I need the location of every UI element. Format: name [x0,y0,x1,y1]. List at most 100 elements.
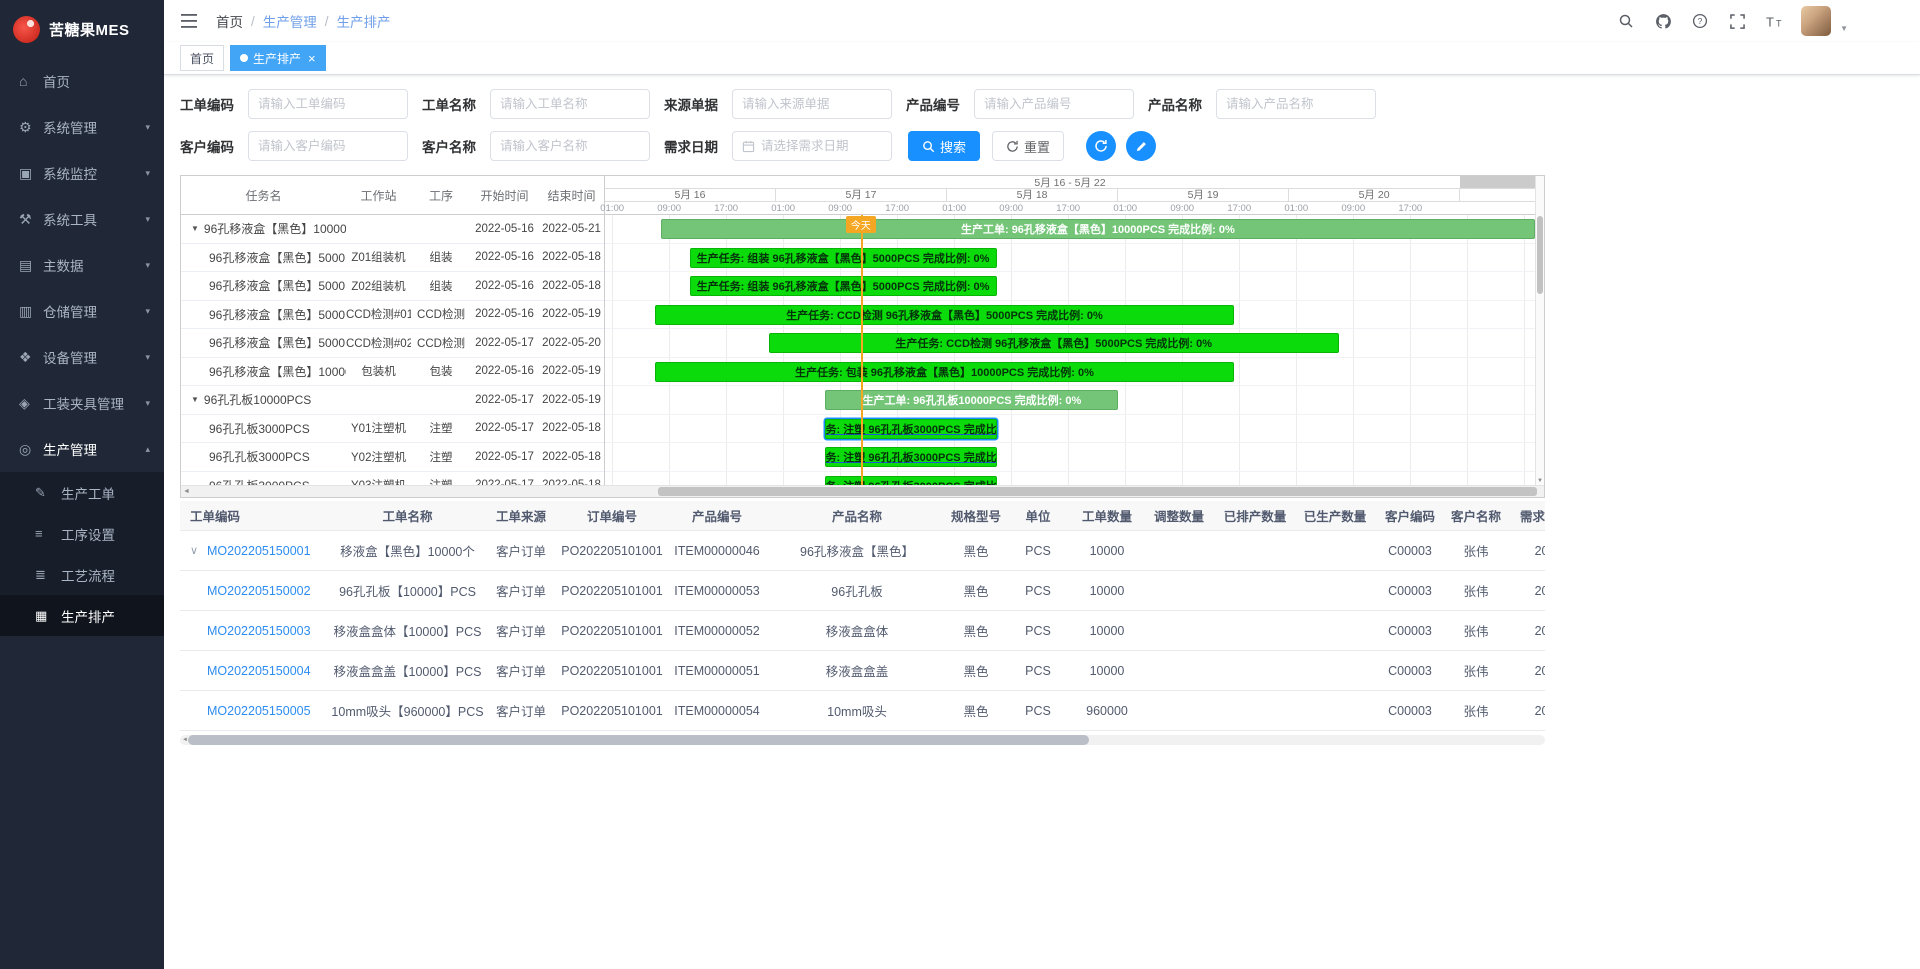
breadcrumb-item[interactable]: 首页 [216,11,243,31]
product-code-input-field[interactable] [984,97,1124,111]
expand-chevron-icon[interactable]: ∨ [190,544,207,557]
timeline-days: 5月 165月 175月 185月 195月 20 [605,189,1535,202]
sidebar-toggle-button[interactable] [178,10,202,32]
gantt-grid-row[interactable]: 96孔孔板3000PCSY01注塑机注塑2022-05-172022-05-18 [181,415,604,444]
order-link[interactable]: MO202205150003 [207,624,311,638]
table-row[interactable]: MO202205150003移液盒盒体【10000】PCS客户订单PO20220… [180,611,1545,651]
order-link[interactable]: MO202205150001 [207,544,311,558]
gantt-bar[interactable]: 生产工单: 96孔移液盒【黑色】10000PCS 完成比例: 0% [661,219,1535,239]
sidebar-item-master-data[interactable]: ▤主数据▾ [0,242,164,288]
order-link[interactable]: MO202205150004 [207,664,311,678]
table-horizontal-scrollbar[interactable]: ◄ [180,735,1545,745]
timeline-tick-label: 01:00 [1284,202,1308,215]
expand-triangle-icon[interactable]: ▼ [191,224,199,233]
app-logo[interactable]: 苦糖果MES [0,0,164,58]
scrollbar-thumb[interactable] [658,487,1537,496]
gantt-vertical-scrollbar[interactable]: ▼ [1535,176,1544,485]
chevron-up-icon: ▴ [145,444,150,455]
product-name-input[interactable] [1216,89,1376,119]
tab-home[interactable]: 首页 [180,45,224,71]
workorder-code-input-field[interactable] [258,97,398,111]
search-icon[interactable] [1616,11,1636,31]
sidebar-item-production-mgmt[interactable]: ◎生产管理▴ [0,426,164,472]
gantt-bar[interactable]: 生产任务: 组装 96孔移液盒【黑色】5000PCS 完成比例: 0% [690,248,997,268]
product-code-input[interactable] [974,89,1134,119]
gantt-grid-row[interactable]: 96孔孔板3000PCSY02注塑机注塑2022-05-172022-05-18 [181,443,604,472]
breadcrumb-item[interactable]: 生产排产 [337,11,391,31]
gantt-bar[interactable]: 生产任务: 包装 96孔移液盒【黑色】10000PCS 完成比例: 0% [655,362,1233,382]
product-name-cell: 96孔移液盒【黑色】 [767,541,947,560]
sidebar-item-warehouse-mgmt[interactable]: ▥仓储管理▾ [0,288,164,334]
demand-date-input[interactable] [732,131,892,161]
github-icon[interactable] [1653,11,1673,31]
submenu-item-production-workorder[interactable]: ✎生产工单 [0,472,164,513]
font-size-icon[interactable]: TT [1764,11,1784,31]
table-row[interactable]: ∨MO202205150001移液盒【黑色】10000个客户订单PO202205… [180,531,1545,571]
gantt-bar[interactable]: 生产任务: 组装 96孔移液盒【黑色】5000PCS 完成比例: 0% [690,276,997,296]
gantt-grid-row[interactable]: 96孔移液盒【黑色】5000PCSCCD检测#01CCD检测2022-05-16… [181,301,604,330]
scroll-left-arrow-icon[interactable]: ◄ [183,486,190,498]
avatar[interactable] [1801,6,1831,36]
workorder-name-input[interactable] [490,89,650,119]
customer-name-input-field[interactable] [500,139,640,153]
gantt-grid-row[interactable]: 96孔移液盒【黑色】5000PCSZ02组装机组装2022-05-162022-… [181,272,604,301]
submenu-item-process-flow[interactable]: ≣工艺流程 [0,554,164,595]
chevron-down-icon[interactable]: ▼ [1840,24,1848,33]
gantt-grid-row[interactable]: 96孔移液盒【黑色】5000PCSZ01组装机组装2022-05-162022-… [181,244,604,273]
sidebar-item-system-mgmt[interactable]: ⚙系统管理▾ [0,104,164,150]
order-link[interactable]: MO202205150005 [207,704,311,718]
demand-date-input-field[interactable] [761,139,882,153]
fullscreen-icon[interactable] [1727,11,1747,31]
sidebar-item-system-tools[interactable]: ⚒系统工具▾ [0,196,164,242]
reset-button[interactable]: 重置 [992,131,1064,161]
gantt-grid-row[interactable]: ▼96孔孔板10000PCS2022-05-172022-05-19 [181,386,604,415]
submenu-item-production-scheduling[interactable]: ▦生产排产 [0,595,164,636]
breadcrumb-item[interactable]: 生产管理 [263,11,317,31]
table-row[interactable]: MO20220515000510mm吸头【960000】PCS客户订单PO202… [180,691,1545,731]
gantt-bar[interactable]: 生产任务: CCD检测 96孔移液盒【黑色】5000PCS 完成比例: 0% [769,333,1339,353]
demand-date-cell: 202 [1507,624,1545,638]
gantt-bar[interactable]: 生产任务: 注塑 96孔孔板3000PCS 完成比例: 0% [825,447,997,467]
svg-text:T: T [1766,14,1774,29]
sidebar-item-fixture-mgmt[interactable]: ◈工装夹具管理▾ [0,380,164,426]
gantt-bar[interactable]: 生产工单: 96孔孔板10000PCS 完成比例: 0% [825,390,1118,410]
sidebar-item-system-monitor[interactable]: ▣系统监控▾ [0,150,164,196]
table-row[interactable]: MO20220515000296孔孔板【10000】PCS客户订单PO20220… [180,571,1545,611]
sidebar-item-home[interactable]: ⌂首页 [0,58,164,104]
help-icon[interactable]: ? [1690,11,1710,31]
menu-item-label: 系统监控 [43,163,145,183]
customer-code-input-field[interactable] [258,139,398,153]
gantt-grid-row[interactable]: ▼96孔移液盒【黑色】10000PCS2022-05-162022-05-21 [181,215,604,244]
gantt-bar[interactable]: 生产任务: 注塑 96孔孔板3000PCS 完成比例: 0% [825,419,997,439]
scrollbar-thumb[interactable] [1537,216,1543,294]
submenu-item-process-settings[interactable]: ≡工序设置 [0,513,164,554]
edit-button[interactable] [1126,131,1156,161]
product-name-input-field[interactable] [1226,97,1366,111]
table-row[interactable]: MO202205150004移液盒盒盖【10000】PCS客户订单PO20220… [180,651,1545,691]
source-doc-input-field[interactable] [742,97,882,111]
close-icon[interactable]: × [308,52,316,65]
tab-production-scheduling[interactable]: 生产排产× [230,45,326,71]
source-doc-input[interactable] [732,89,892,119]
gantt-grid-row[interactable]: 96孔移液盒【黑色】10000PCS包装机包装2022-05-162022-05… [181,358,604,387]
gantt-horizontal-scrollbar[interactable]: ◄ [181,485,1544,497]
gantt-grid-row[interactable]: 96孔孔板3000PCSY03注塑机注塑2022-05-172022-05-18 [181,472,604,486]
task-name: 96孔孔板3000PCS [209,448,310,465]
customer-name-input[interactable] [490,131,650,161]
workorder-name-input-field[interactable] [500,97,640,111]
workorder-code-input[interactable] [248,89,408,119]
gantt-grid-body: ▼96孔移液盒【黑色】10000PCS2022-05-162022-05-219… [181,215,604,485]
gantt-grid-row[interactable]: 96孔移液盒【黑色】5000PCSCCD检测#02CCD检测2022-05-17… [181,329,604,358]
sidebar-item-equipment-mgmt[interactable]: ❖设备管理▾ [0,334,164,380]
expand-triangle-icon[interactable]: ▼ [191,395,199,404]
gantt-bar[interactable]: 生产任务: CCD检测 96孔移液盒【黑色】5000PCS 完成比例: 0% [655,305,1233,325]
scrollbar-thumb[interactable] [188,735,1089,745]
gantt-bar[interactable]: 生产任务: 注塑 96孔孔板3000PCS 完成比例: 0% [825,476,997,486]
refresh-gantt-button[interactable] [1086,131,1116,161]
customer-code-cell: C00003 [1375,664,1445,678]
scroll-left-arrow-icon[interactable]: ◄ [182,735,188,745]
search-button[interactable]: 搜索 [908,131,980,161]
customer-code-input[interactable] [248,131,408,161]
order-link[interactable]: MO202205150002 [207,584,311,598]
scroll-down-arrow-icon[interactable]: ▼ [1536,478,1544,484]
